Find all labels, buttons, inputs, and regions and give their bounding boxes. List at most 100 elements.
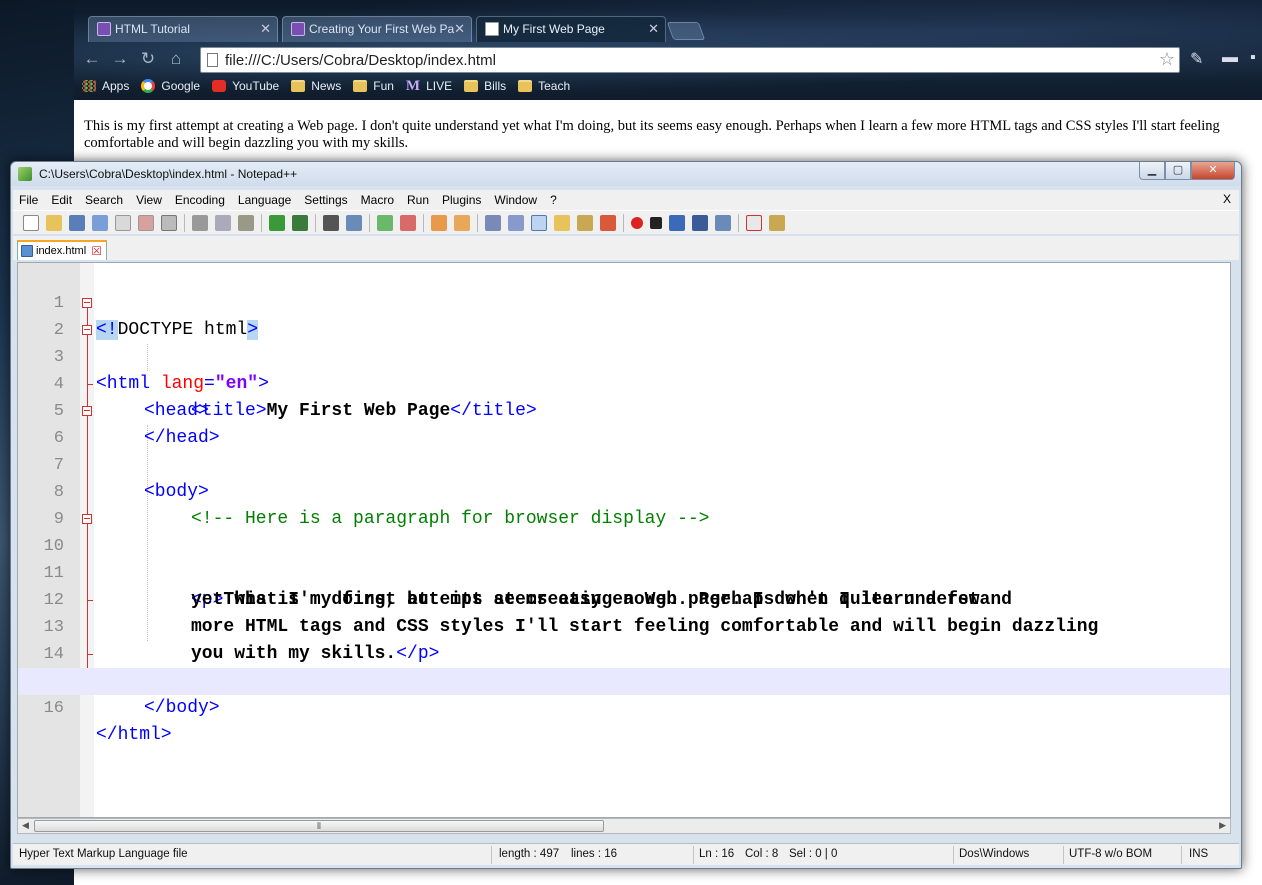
bookmark-youtube[interactable]: YouTube — [212, 79, 279, 93]
close-document-button[interactable]: X — [1223, 192, 1231, 206]
paste-icon[interactable] — [238, 214, 254, 231]
reload-icon[interactable]: ↻ — [138, 49, 158, 69]
extension-icon[interactable]: ▪ — [1250, 49, 1256, 67]
close-icon[interactable]: ✕ — [648, 21, 659, 37]
toolbar-separator — [623, 213, 624, 232]
fold-toggle-icon[interactable] — [82, 298, 92, 308]
page-text-line: comfortable and will begin dazzling you … — [84, 135, 409, 151]
status-divider — [1063, 846, 1064, 864]
window-titlebar[interactable]: C:\Users\Cobra\Desktop\index.html - Note… — [11, 162, 1241, 186]
show-all-characters-icon[interactable] — [508, 214, 524, 231]
close-icon[interactable]: ☒ — [91, 244, 102, 258]
menu-help[interactable]: ? — [550, 193, 557, 207]
menu-file[interactable]: File — [19, 193, 38, 207]
menu-window[interactable]: Window — [494, 193, 537, 207]
new-tab-button[interactable] — [666, 22, 706, 40]
spell-check-icon[interactable] — [746, 214, 762, 231]
new-file-icon[interactable] — [23, 214, 39, 231]
browser-tab-html-tutorial[interactable]: HTML Tutorial ✕ — [88, 16, 278, 42]
bookmarks-bar: Apps Google YouTube News Fun M LIVE Bills… — [82, 76, 582, 96]
sync-horizontal-icon[interactable] — [454, 214, 470, 231]
stop-macro-icon[interactable] — [650, 216, 662, 229]
undo-icon[interactable] — [269, 214, 285, 231]
zoom-out-icon[interactable] — [400, 214, 416, 231]
close-file-icon[interactable] — [115, 214, 131, 231]
minimize-icon[interactable]: ▁ — [1139, 162, 1165, 180]
status-divider — [953, 846, 954, 864]
code-text: </body> — [144, 695, 220, 722]
document-map-icon[interactable] — [577, 214, 593, 231]
tab-label: Creating Your First Web Pa — [309, 22, 455, 36]
record-macro-icon[interactable] — [631, 216, 643, 229]
rendered-page-paragraph: This is my first attempt at creating a W… — [84, 118, 1262, 152]
bookmark-fun[interactable]: Fun — [353, 79, 394, 93]
scrollbar-thumb[interactable]: ⦀ — [34, 820, 604, 832]
find-icon[interactable] — [323, 214, 339, 231]
save-icon[interactable] — [69, 214, 85, 231]
bookmark-live[interactable]: M LIVE — [406, 78, 452, 95]
close-icon[interactable]: ✕ — [260, 21, 271, 37]
fold-toggle-icon[interactable] — [82, 514, 92, 524]
save-macro-icon[interactable] — [715, 214, 731, 231]
back-arrow-icon[interactable]: ← — [82, 49, 102, 69]
fold-toggle-icon[interactable] — [82, 325, 92, 335]
play-macro-icon[interactable] — [669, 214, 685, 231]
home-icon[interactable]: ⌂ — [166, 49, 186, 69]
forward-arrow-icon[interactable]: → — [110, 49, 130, 69]
folder-as-workspace-icon[interactable] — [554, 214, 570, 231]
copy-icon[interactable] — [215, 214, 231, 231]
menu-search[interactable]: Search — [85, 193, 123, 207]
scroll-left-arrow-icon[interactable]: ◀ — [22, 820, 29, 831]
menu-settings[interactable]: Settings — [304, 193, 347, 207]
run-macro-multiple-icon[interactable] — [692, 214, 708, 231]
bookmark-star-icon[interactable]: ☆ — [1159, 49, 1175, 70]
save-all-icon[interactable] — [92, 214, 108, 231]
open-folder-icon[interactable] — [46, 214, 62, 231]
code-line: 5 </head> — [18, 371, 1230, 448]
bookmark-bills[interactable]: Bills — [464, 79, 506, 93]
word-wrap-icon[interactable] — [485, 214, 501, 231]
menu-macro[interactable]: Macro — [361, 193, 394, 207]
cast-icon[interactable]: ▬ — [1222, 49, 1238, 67]
menu-encoding[interactable]: Encoding — [175, 193, 225, 207]
window-title: C:\Users\Cobra\Desktop\index.html - Note… — [39, 167, 298, 181]
menu-run[interactable]: Run — [407, 193, 429, 207]
plugin-icon[interactable] — [769, 214, 785, 231]
status-divider — [1181, 846, 1182, 864]
menu-view[interactable]: View — [136, 193, 162, 207]
print-icon[interactable] — [161, 214, 177, 231]
bookmark-google[interactable]: Google — [141, 79, 200, 93]
code-editor[interactable]: 1 <!DOCTYPE html> 2 <html lang="en"> 3 <… — [17, 262, 1231, 818]
close-icon[interactable]: ✕ — [1191, 162, 1235, 180]
toolbar-separator — [261, 213, 262, 232]
pencil-icon[interactable]: ✎ — [1190, 49, 1203, 69]
browser-tab-creating-first-web-page[interactable]: Creating Your First Web Pa ✕ — [282, 16, 472, 42]
maximize-icon[interactable]: ▢ — [1165, 162, 1191, 180]
purple-badge-icon — [97, 22, 111, 36]
bookmark-news[interactable]: News — [291, 79, 341, 93]
function-list-icon[interactable] — [600, 214, 616, 231]
bookmark-teach[interactable]: Teach — [518, 79, 570, 93]
bookmark-label: News — [311, 79, 342, 93]
cut-icon[interactable] — [192, 214, 208, 231]
page-text-line: This is my first attempt at creating a W… — [84, 118, 1220, 134]
indent-guide-icon[interactable] — [531, 214, 547, 231]
close-all-icon[interactable] — [138, 214, 154, 231]
sync-vertical-icon[interactable] — [431, 214, 447, 231]
horizontal-scrollbar[interactable]: ◀ ⦀ ▶ — [17, 818, 1231, 834]
browser-tab-my-first-web-page[interactable]: My First Web Page ✕ — [476, 16, 666, 42]
menu-language[interactable]: Language — [238, 193, 291, 207]
folder-icon — [291, 80, 306, 92]
document-tab-index-html[interactable]: index.html ☒ — [17, 240, 107, 260]
redo-icon[interactable] — [292, 214, 308, 231]
replace-icon[interactable] — [346, 214, 362, 231]
close-icon[interactable]: ✕ — [454, 21, 465, 37]
fold-toggle-icon[interactable] — [82, 406, 92, 416]
bookmark-apps[interactable]: Apps — [82, 79, 129, 93]
address-bar[interactable]: file:///C:/Users/Cobra/Desktop/index.htm… — [200, 47, 1180, 73]
code-line: 3 <head> — [18, 317, 1230, 421]
scroll-right-arrow-icon[interactable]: ▶ — [1219, 820, 1226, 831]
zoom-in-icon[interactable] — [377, 214, 393, 231]
menu-plugins[interactable]: Plugins — [442, 193, 481, 207]
menu-edit[interactable]: Edit — [51, 193, 72, 207]
